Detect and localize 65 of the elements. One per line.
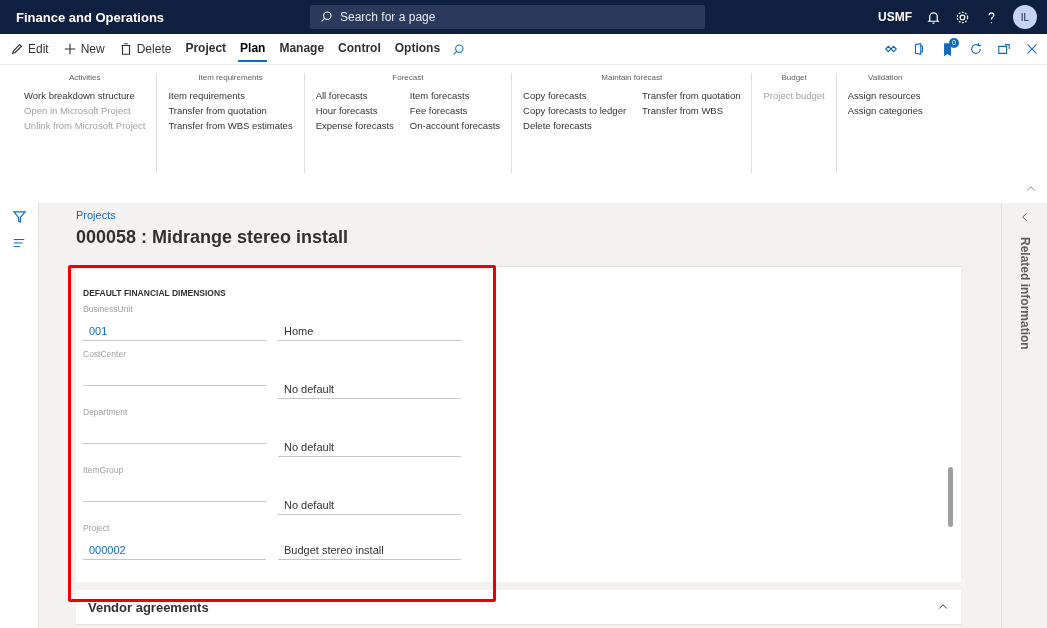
field-label: CostCenter <box>83 349 127 361</box>
edit-button[interactable]: Edit <box>8 40 51 58</box>
ribbon-command[interactable]: Transfer from WBS estimates <box>168 120 293 131</box>
field-label: Department <box>83 407 129 419</box>
delete-button[interactable]: Delete <box>116 40 174 58</box>
list-icon[interactable] <box>12 236 26 250</box>
section-heading: DEFAULT FINANCIAL DIMENSIONS <box>83 288 227 298</box>
close-icon[interactable] <box>1025 42 1039 56</box>
ribbon-command[interactable]: Fee forecasts <box>409 105 501 116</box>
ribbon-command[interactable]: Item requirements <box>168 90 293 101</box>
open-in-new-icon[interactable] <box>997 42 1011 56</box>
filter-icon[interactable] <box>11 209 27 224</box>
group-title: Budget <box>780 73 808 82</box>
ribbon-command[interactable]: Copy forecasts to ledger <box>523 105 627 116</box>
section-title: Vendor agreements <box>88 599 209 615</box>
pencil-icon[interactable] <box>10 42 24 56</box>
input-field[interactable]: Home <box>278 319 461 341</box>
breadcrumb-link[interactable]: Projects <box>76 209 981 221</box>
group-title: Forecast <box>391 73 425 82</box>
ribbon-tab[interactable]: Project <box>183 36 229 62</box>
ribbon-command[interactable]: Transfer from WBS <box>642 105 741 116</box>
ribbon-command[interactable]: Work breakdown structure <box>24 90 146 101</box>
ribbon-tab[interactable]: Plan <box>238 36 268 62</box>
input-field[interactable]: 001 <box>83 319 266 341</box>
scrollbar-thumb[interactable] <box>948 467 953 527</box>
search-field[interactable]: Search for a page <box>310 5 705 29</box>
group-title: Activities <box>67 73 102 82</box>
ribbon-tab[interactable]: Manage <box>277 36 327 62</box>
refresh-icon[interactable] <box>969 42 983 56</box>
ribbon-tab[interactable]: Control <box>336 36 383 62</box>
ribbon-command[interactable]: Assign categories <box>847 105 923 116</box>
app-title: Finance and Operations <box>16 9 166 25</box>
input-field[interactable]: No default <box>278 364 461 399</box>
company-selector[interactable]: USMF <box>878 10 912 24</box>
bell-icon[interactable] <box>926 9 941 25</box>
ribbon-command[interactable]: On-account forecasts <box>409 120 501 131</box>
new-button[interactable]: New <box>60 40 107 58</box>
input-field[interactable]: Budget stereo install <box>278 538 461 560</box>
search-icon[interactable] <box>452 42 466 56</box>
ribbon-command[interactable]: Delete forecasts <box>523 120 627 131</box>
ribbon-command[interactable]: Transfer from quotation <box>642 90 741 101</box>
section-header[interactable]: Vendor agreements <box>76 590 961 625</box>
ribbon-command[interactable]: Transfer from quotation <box>168 105 293 116</box>
group-title: Validation <box>866 73 904 82</box>
ribbon-command[interactable]: Assign resources <box>847 90 923 101</box>
side-pane-title[interactable]: Related information <box>1017 237 1032 350</box>
page-title: 000058 : Midrange stereo install <box>76 227 350 248</box>
field-label: Project <box>83 523 111 535</box>
settings-icon[interactable] <box>955 9 970 25</box>
user-avatar[interactable]: IL <box>1013 5 1037 29</box>
ribbon-command[interactable]: Copy forecasts <box>523 90 627 101</box>
ribbon-command[interactable]: Item forecasts <box>409 90 501 101</box>
input-field[interactable]: No default <box>278 422 461 457</box>
field-label: ItemGroup <box>83 465 125 477</box>
ribbon-command[interactable]: Expense forecasts <box>315 120 394 131</box>
ribbon-command[interactable]: Hour forecasts <box>315 105 394 116</box>
group-title: Maintain forecast <box>600 73 664 82</box>
search-icon[interactable] <box>320 10 333 23</box>
input-field[interactable]: 000002 <box>83 538 266 560</box>
field-label: BusinessUnit <box>83 304 134 316</box>
group-title: Item requirements <box>197 73 264 82</box>
ribbon-tab[interactable]: Options <box>392 36 443 62</box>
input-field[interactable]: No default <box>278 480 461 515</box>
plus-icon[interactable] <box>62 42 77 56</box>
ribbon-command[interactable]: All forecasts <box>315 90 394 101</box>
